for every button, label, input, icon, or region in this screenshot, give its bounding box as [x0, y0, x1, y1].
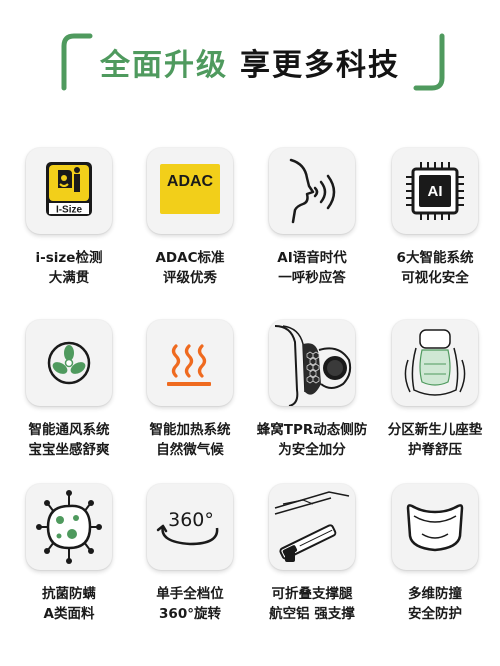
newborn-seat-icon — [404, 329, 466, 396]
feature-label: 蜂窝TPR动态侧防 为安全加分 — [256, 422, 368, 458]
feature-isize: I-Size i-size检测 大满贯 — [7, 148, 131, 308]
page-title: 全面升级 享更多科技 — [0, 46, 500, 86]
feature-label: 抗菌防螨 A类面料 — [42, 586, 96, 622]
feature-label: 多维防撞 安全防护 — [408, 586, 462, 622]
feature-heating: 智能加热系统 自然微气候 — [128, 320, 252, 480]
feature-support-leg: 可折叠支撑腿 航空铝 强支撑 — [250, 484, 374, 644]
feature-label: ADAC标准 评级优秀 — [155, 250, 225, 286]
rotate-360-icon: 360° — [156, 509, 219, 546]
adac-badge-text: ADAC — [167, 173, 214, 190]
feature-ventilation: 智能通风系统 宝宝坐感舒爽 — [7, 320, 131, 480]
feature-label: 6大智能系统 可视化安全 — [396, 250, 474, 286]
feature-label: AI语音时代 一呼秒应答 — [277, 250, 347, 286]
feature-tile — [26, 484, 112, 570]
header: 全面升级 享更多科技 — [0, 0, 500, 110]
fan-icon — [47, 341, 91, 385]
feature-ai-voice: AI语音时代 一呼秒应答 — [250, 148, 374, 308]
feature-tile: ADAC — [147, 148, 233, 234]
ai-chip-icon: AI — [406, 162, 464, 220]
isize-badge-text: I-Size — [56, 205, 83, 216]
isize-badge-icon: I-Size — [46, 162, 92, 216]
voice-head-icon — [289, 158, 336, 224]
adac-badge-icon: ADAC — [160, 164, 220, 214]
honeycomb-side-icon — [274, 325, 352, 406]
feature-tile — [392, 484, 478, 570]
feature-ai-system: AI 6大智能系统 可视化安全 — [373, 148, 497, 308]
feature-tile — [26, 320, 112, 406]
title-highlight: 全面升级 — [100, 48, 228, 83]
feature-antibacterial: 抗菌防螨 A类面料 — [7, 484, 131, 644]
feature-honeycomb: 蜂窝TPR动态侧防 为安全加分 — [250, 320, 374, 480]
feature-label: 分区新生儿座垫 护脊舒压 — [387, 422, 483, 458]
germ-icon — [36, 490, 102, 564]
feature-label: 智能加热系统 自然微气候 — [149, 422, 231, 458]
feature-tile — [269, 484, 355, 570]
ai-chip-text: AI — [428, 183, 443, 200]
feature-impact-protection: 多维防撞 安全防护 — [373, 484, 497, 644]
feature-label: 智能通风系统 宝宝坐感舒爽 — [28, 422, 110, 458]
feature-rotation: 360° 单手全档位 360°旋转 — [128, 484, 252, 644]
feature-label: 可折叠支撑腿 航空铝 强支撑 — [269, 586, 355, 622]
feature-tile — [269, 148, 355, 234]
feature-tile — [392, 320, 478, 406]
heat-waves-icon — [167, 344, 211, 386]
title-main: 享更多科技 — [240, 48, 400, 83]
feature-tile: 360° — [147, 484, 233, 570]
support-leg-icon — [274, 491, 350, 562]
feature-tile: I-Size — [26, 148, 112, 234]
feature-label: i-size检测 大满贯 — [35, 250, 103, 286]
rotate-360-text: 360° — [168, 509, 214, 531]
feature-tile — [269, 320, 355, 406]
feature-tile — [147, 320, 233, 406]
feature-tile: AI — [392, 148, 478, 234]
impact-shield-icon — [406, 504, 464, 552]
feature-adac: ADAC ADAC标准 评级优秀 — [128, 148, 252, 308]
feature-newborn-cushion: 分区新生儿座垫 护脊舒压 — [373, 320, 497, 480]
feature-label: 单手全档位 360°旋转 — [156, 586, 224, 622]
